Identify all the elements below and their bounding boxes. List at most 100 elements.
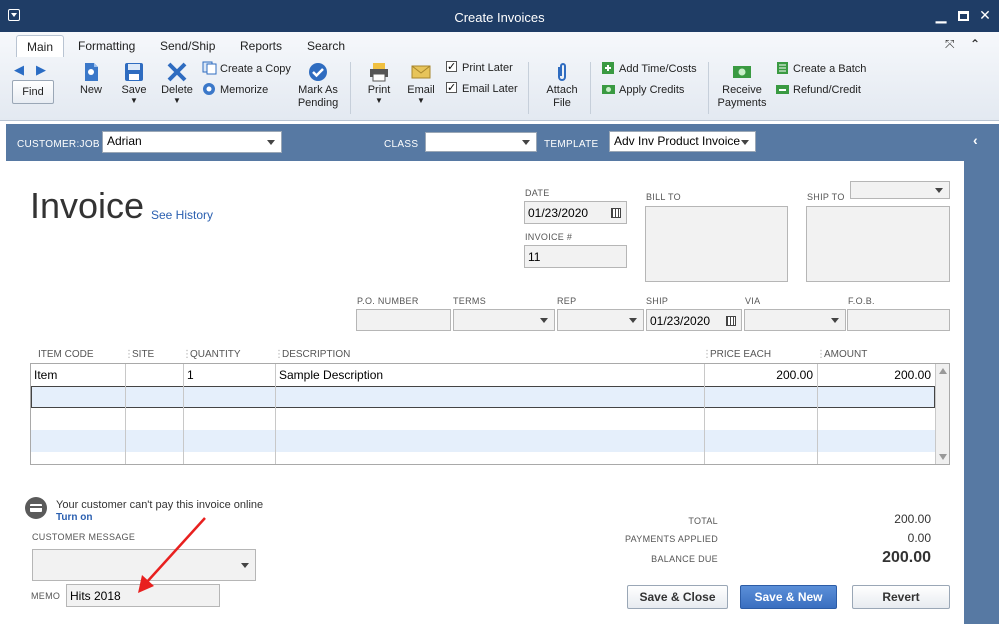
- chevron-down-icon: [741, 139, 749, 145]
- print-later-checkbox[interactable]: Print Later: [446, 59, 513, 76]
- memo-field[interactable]: Hits 2018: [66, 584, 220, 607]
- fob-field[interactable]: [847, 309, 950, 331]
- collapse-ribbon-icon[interactable]: ⌃: [970, 37, 980, 51]
- terms-select[interactable]: [453, 309, 555, 331]
- add-time-costs-button[interactable]: Add Time/Costs: [601, 61, 697, 77]
- save-new-button[interactable]: Save & New: [740, 585, 837, 609]
- delete-button[interactable]: Delete ▼: [159, 62, 195, 105]
- rep-select[interactable]: [557, 309, 644, 331]
- customer-job-select[interactable]: Adrian: [102, 131, 282, 153]
- column-header-price-each[interactable]: PRICE EACH: [710, 349, 771, 360]
- scroll-up-icon[interactable]: [939, 368, 947, 374]
- copy-icon: [202, 61, 217, 75]
- email-later-checkbox[interactable]: Email Later: [446, 80, 518, 97]
- save-close-button[interactable]: Save & Close: [627, 585, 728, 609]
- tab-search[interactable]: Search: [297, 35, 355, 57]
- save-label: Save: [121, 84, 147, 96]
- new-button[interactable]: New: [76, 62, 106, 97]
- close-icon[interactable]: ✕: [976, 7, 994, 24]
- refund-credit-button[interactable]: Refund/Credit: [775, 82, 861, 98]
- receive-payments-label-2: Payments: [717, 97, 767, 109]
- column-header-amount[interactable]: AMOUNT: [824, 349, 867, 360]
- print-later-check-icon[interactable]: [446, 59, 457, 75]
- receive-payments-icon: [733, 66, 751, 78]
- table-row[interactable]: Item 1 Sample Description 200.00 200.00: [31, 364, 935, 386]
- create-batch-icon: [777, 62, 788, 74]
- expand-icon[interactable]: ⤧: [945, 37, 955, 52]
- print-button[interactable]: Print ▼: [364, 62, 394, 105]
- calendar-icon[interactable]: [611, 208, 621, 218]
- po-number-field[interactable]: [356, 309, 451, 331]
- cell-quantity[interactable]: 1: [187, 368, 194, 382]
- attach-file-button[interactable]: Attach File: [544, 62, 580, 110]
- apply-credits-button[interactable]: Apply Credits: [601, 82, 684, 98]
- next-arrow-icon[interactable]: ▶: [36, 62, 46, 78]
- bill-to-field[interactable]: [645, 206, 788, 282]
- delete-dropdown-icon[interactable]: ▼: [159, 97, 195, 105]
- column-header-item-code[interactable]: ITEM CODE: [38, 349, 94, 360]
- receive-payments-label-1: Receive: [722, 84, 762, 96]
- ship-label: SHIP: [646, 296, 669, 306]
- ship-to-field[interactable]: [806, 206, 950, 282]
- tab-main[interactable]: Main: [16, 35, 65, 57]
- create-batch-button[interactable]: Create a Batch: [775, 61, 866, 77]
- grid-scrollbar[interactable]: [935, 364, 949, 464]
- calendar-icon[interactable]: [726, 316, 736, 326]
- invoice-number-field[interactable]: 11: [524, 245, 627, 268]
- create-copy-button[interactable]: Create a Copy: [202, 61, 291, 77]
- ship-date-field[interactable]: 01/23/2020: [646, 309, 742, 331]
- cell-item-code[interactable]: Item: [34, 368, 57, 382]
- tab-reports[interactable]: Reports: [230, 35, 292, 57]
- mark-as-pending-button[interactable]: Mark As Pending: [294, 62, 342, 110]
- new-label: New: [79, 84, 102, 96]
- see-history-link[interactable]: See History: [151, 208, 213, 222]
- grid-divider: [275, 364, 276, 464]
- cell-amount[interactable]: 200.00: [821, 368, 931, 382]
- memorize-button[interactable]: Memorize: [202, 82, 268, 98]
- history-panel-toggle[interactable]: ‹: [964, 124, 999, 624]
- tab-formatting[interactable]: Formatting: [68, 35, 145, 57]
- create-invoices-window: Create Invoices ▁ ✕ Main Formatting Send…: [0, 0, 999, 624]
- turn-on-link[interactable]: Turn on: [56, 512, 92, 523]
- add-time-icon: [602, 62, 614, 74]
- date-field[interactable]: 01/23/2020: [524, 201, 627, 224]
- maximize-icon[interactable]: [954, 8, 972, 24]
- table-row[interactable]: [31, 386, 935, 408]
- email-button[interactable]: Email ▼: [404, 62, 438, 105]
- email-later-check-icon[interactable]: [446, 80, 457, 96]
- customer-message-select[interactable]: [32, 549, 256, 581]
- column-header-quantity[interactable]: QUANTITY: [190, 349, 241, 360]
- save-dropdown-icon[interactable]: ▼: [118, 97, 150, 105]
- minimize-icon[interactable]: ▁: [932, 7, 950, 24]
- receive-payments-button[interactable]: Receive Payments: [716, 62, 768, 110]
- payments-applied-label: PAYMENTS APPLIED: [625, 534, 718, 544]
- column-header-site[interactable]: SITE: [132, 349, 154, 360]
- cell-price-each[interactable]: 200.00: [707, 368, 813, 382]
- mark-pending-label-1: Mark As: [298, 84, 338, 96]
- cell-description[interactable]: Sample Description: [279, 368, 383, 382]
- ship-to-select[interactable]: [850, 181, 950, 199]
- print-dropdown-icon[interactable]: ▼: [364, 97, 394, 105]
- class-select[interactable]: [425, 132, 537, 152]
- grid-divider: [817, 364, 818, 464]
- template-select[interactable]: Adv Inv Product Invoice: [609, 131, 756, 152]
- table-row[interactable]: [31, 408, 935, 430]
- tab-send-ship[interactable]: Send/Ship: [150, 35, 225, 57]
- table-row[interactable]: [31, 452, 935, 464]
- previous-arrow-icon[interactable]: ◀: [14, 62, 24, 78]
- chevron-down-icon: [831, 318, 839, 323]
- fob-label: F.O.B.: [848, 296, 875, 306]
- save-button[interactable]: Save ▼: [118, 62, 150, 105]
- table-row[interactable]: [31, 430, 935, 452]
- column-header-description[interactable]: DESCRIPTION: [282, 349, 350, 360]
- attach-label-1: Attach: [546, 84, 578, 96]
- find-button[interactable]: Find: [12, 80, 54, 104]
- email-dropdown-icon[interactable]: ▼: [404, 97, 438, 105]
- customer-bar: CUSTOMER:JOB Adrian CLASS TEMPLATE Adv I…: [6, 124, 964, 161]
- ribbon-separator: [590, 62, 591, 114]
- title-bar: Create Invoices ▁ ✕: [0, 0, 999, 32]
- revert-button[interactable]: Revert: [852, 585, 950, 609]
- grid-divider: [125, 364, 126, 464]
- scroll-down-icon[interactable]: [939, 454, 947, 460]
- via-select[interactable]: [744, 309, 846, 331]
